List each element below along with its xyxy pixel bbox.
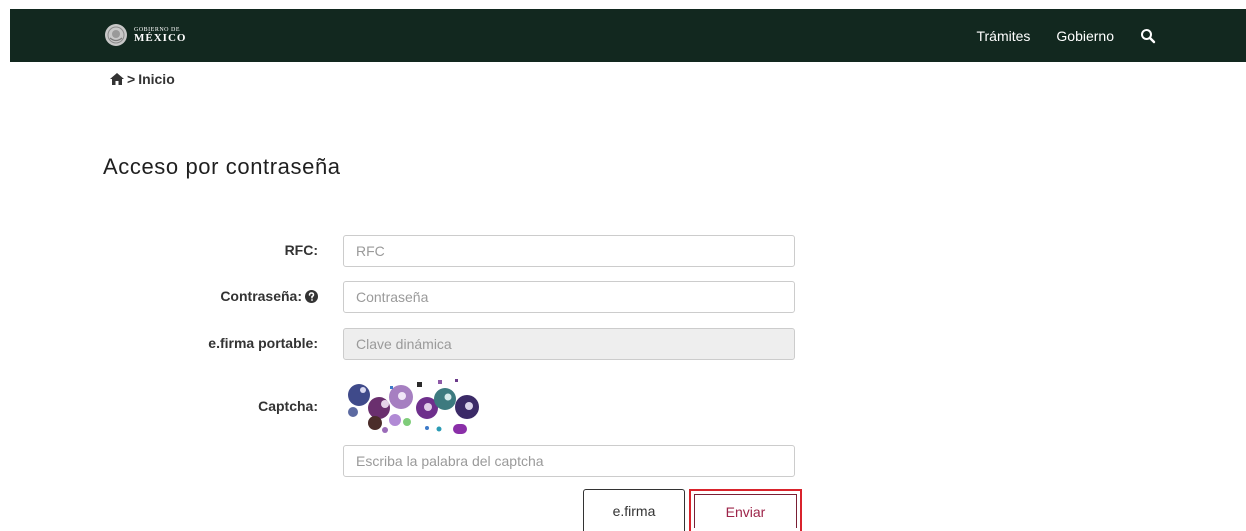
efirma-portable-label: e.firma portable:	[208, 335, 318, 351]
efirma-portable-label-text: e.firma portable:	[208, 335, 318, 351]
rfc-label-text: RFC:	[284, 242, 318, 258]
captcha-label: Captcha:	[258, 398, 318, 414]
page-title: Acceso por contraseña	[103, 154, 341, 179]
enviar-button-inner: Enviar	[694, 494, 797, 528]
top-nav: Trámites Gobierno	[976, 9, 1156, 62]
search-icon[interactable]	[1140, 28, 1156, 44]
password-label-text: Contraseña:	[220, 288, 302, 304]
captcha-input[interactable]	[343, 445, 795, 477]
question-circle-icon[interactable]	[305, 289, 318, 303]
efirma-button-label: e.firma	[612, 502, 656, 519]
enviar-button-label: Enviar	[725, 503, 766, 520]
breadcrumb-separator: >	[127, 71, 136, 87]
home-icon[interactable]	[110, 73, 124, 85]
breadcrumb-current[interactable]: Inicio	[138, 71, 175, 87]
captcha-image	[348, 379, 479, 434]
top-navbar: GOBIERNO DE MÉXICO Trámites Gobierno	[10, 9, 1246, 62]
brand-large-text: MÉXICO	[134, 31, 187, 44]
rfc-input[interactable]	[343, 235, 795, 267]
clave-dinamica-input	[343, 328, 795, 360]
captcha-label-text: Captcha:	[258, 398, 318, 414]
rfc-label: RFC:	[285, 242, 318, 258]
password-input[interactable]	[343, 281, 795, 313]
nav-gobierno[interactable]: Gobierno	[1056, 28, 1114, 44]
mexico-emblem-icon	[105, 24, 127, 46]
nav-tramites[interactable]: Trámites	[976, 28, 1030, 44]
breadcrumb: > Inicio	[110, 71, 175, 87]
gobierno-de-mexico-logo[interactable]: GOBIERNO DE MÉXICO	[104, 23, 186, 47]
password-label: Contraseña:	[220, 288, 318, 304]
efirma-button[interactable]: e.firma	[583, 489, 685, 531]
enviar-button[interactable]: Enviar	[689, 489, 802, 531]
